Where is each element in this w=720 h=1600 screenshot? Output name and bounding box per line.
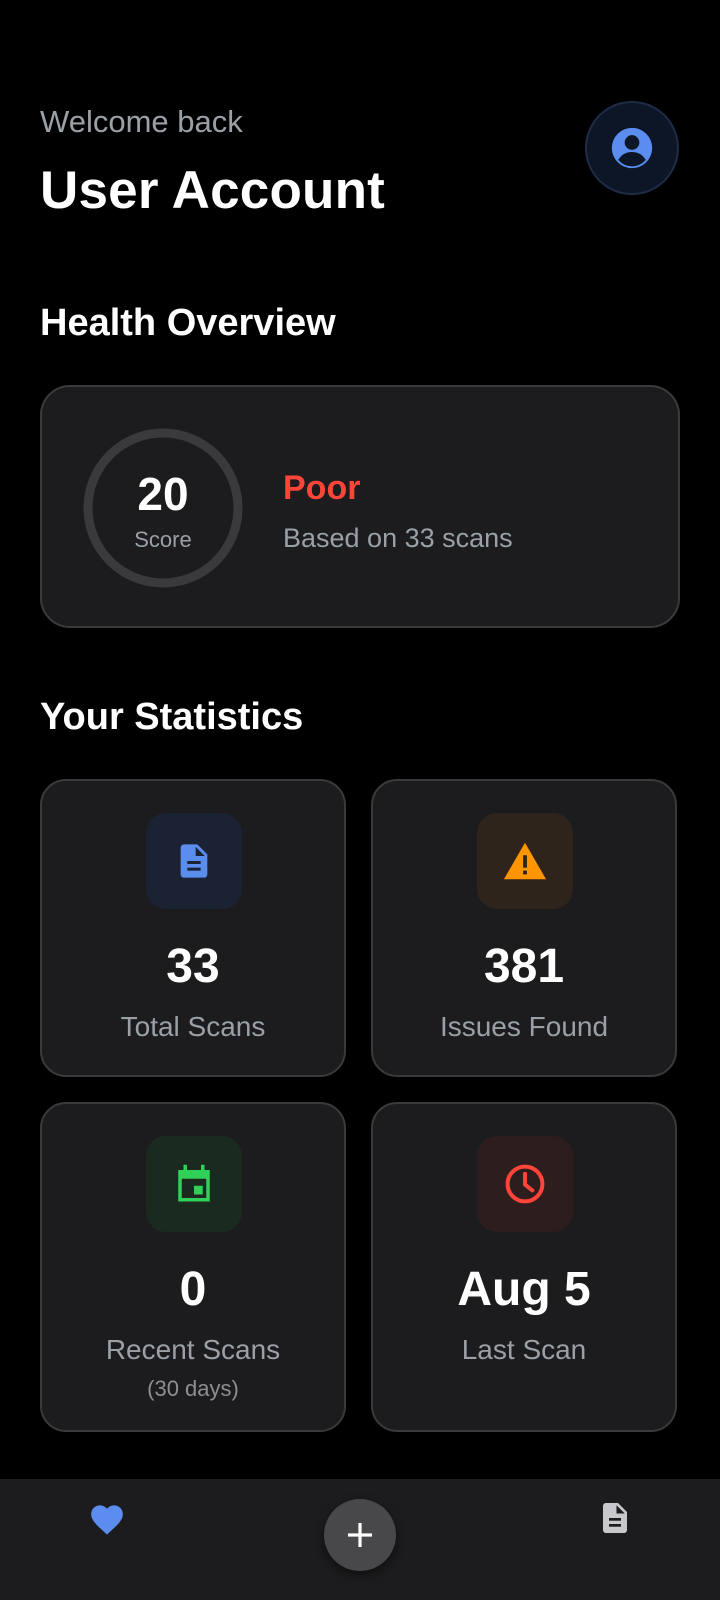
plus-icon	[348, 1523, 372, 1547]
stat-icon-box	[477, 813, 573, 909]
stat-value: 33	[166, 940, 220, 993]
stat-card-recent-scans[interactable]: 0 Recent Scans (30 days)	[40, 1102, 346, 1432]
stat-sublabel: (30 days)	[147, 1376, 239, 1401]
warning-icon	[503, 842, 547, 880]
stat-card-last-scan[interactable]: Aug 5 Last Scan	[371, 1102, 677, 1432]
stat-label: Recent Scans	[105, 1334, 281, 1365]
statistics-title: Your Statistics	[40, 696, 304, 738]
stat-label: Last Scan	[461, 1334, 587, 1365]
stat-value: 381	[483, 940, 565, 993]
screen: Welcome back User Account Health Overvie…	[0, 0, 720, 1600]
stat-icon-box	[146, 813, 242, 909]
stat-icon-box	[146, 1136, 242, 1232]
nav-item-health[interactable]	[86, 1499, 128, 1541]
bottom-navigation	[0, 1479, 720, 1600]
welcome-text: Welcome back	[40, 104, 243, 139]
document-icon	[180, 844, 208, 878]
stat-label: Total Scans	[120, 1011, 266, 1042]
health-score-value: 20	[137, 468, 189, 520]
document-icon	[603, 1503, 627, 1533]
stat-card-issues-found[interactable]: 381 Issues Found	[371, 779, 677, 1077]
stat-card-total-scans[interactable]: 33 Total Scans	[40, 779, 346, 1077]
stat-value: Aug 5	[457, 1263, 591, 1316]
health-subtitle: Based on 33 scans	[283, 523, 513, 553]
stat-label: Issues Found	[439, 1011, 609, 1042]
calendar-icon	[178, 1164, 210, 1202]
stat-icon-box	[477, 1136, 573, 1232]
stat-value: 0	[179, 1263, 207, 1316]
health-overview-title: Health Overview	[40, 302, 336, 344]
nav-item-reports[interactable]	[594, 1497, 636, 1539]
health-score-label: Score	[134, 527, 192, 552]
health-card[interactable]: 20 Score Poor Based on 33 scans	[40, 385, 680, 628]
heart-icon	[91, 1505, 123, 1535]
page-title: User Account	[40, 161, 386, 220]
clock-icon	[505, 1164, 545, 1204]
profile-button[interactable]	[585, 101, 679, 195]
new-scan-button[interactable]	[324, 1499, 396, 1571]
account-circle-icon	[611, 127, 653, 169]
health-status: Poor	[283, 469, 361, 507]
